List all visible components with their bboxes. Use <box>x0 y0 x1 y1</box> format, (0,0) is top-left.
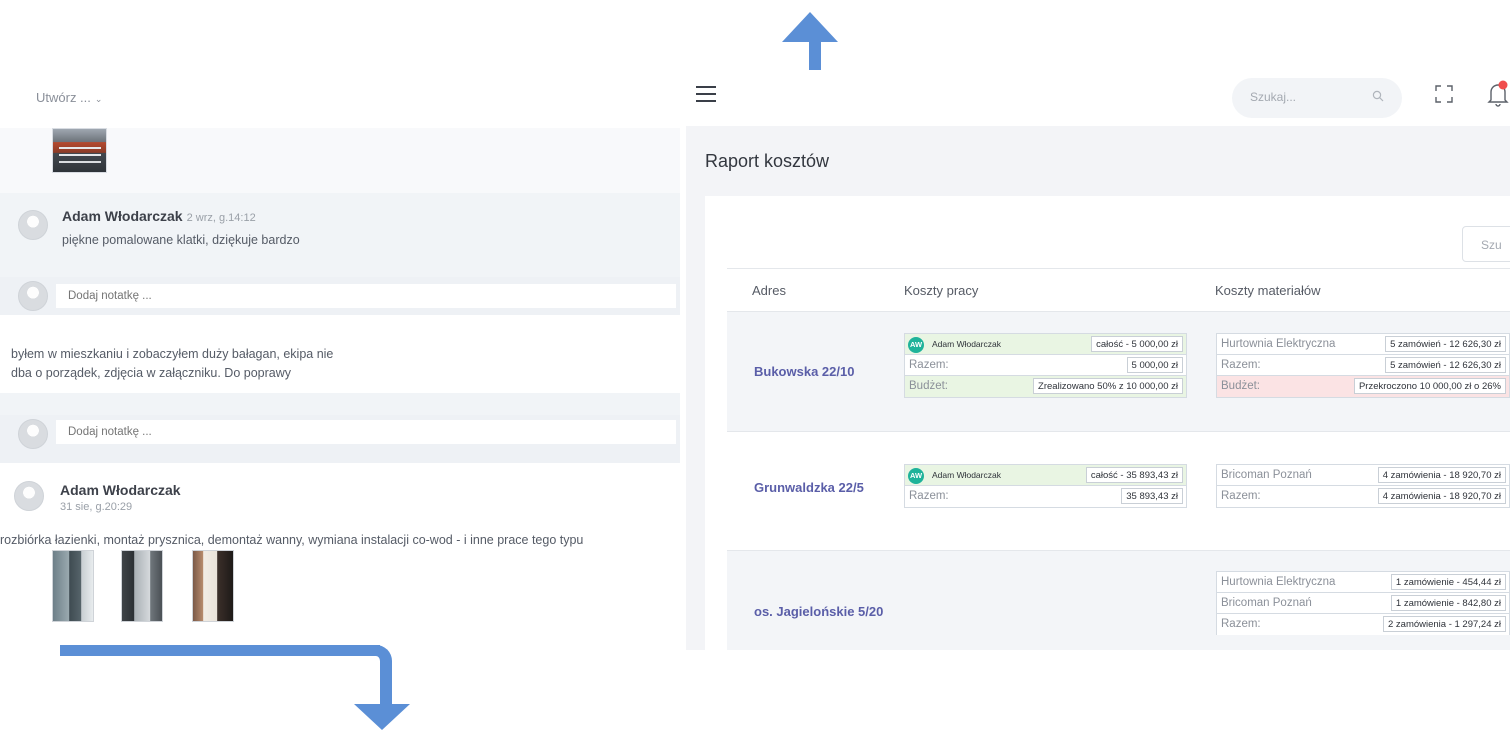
divider <box>727 268 1510 269</box>
total-value: 35 893,43 zł <box>1121 488 1183 504</box>
worker-name: Adam Włodarczak <box>932 339 1001 349</box>
row-address-link[interactable]: Grunwaldzka 22/5 <box>754 480 864 495</box>
table-row: Bukowska 22/10 AW Adam Włodarczak całość… <box>727 312 1510 431</box>
avatar-placeholder-icon <box>18 281 48 311</box>
notes-panel: Utwórz ... ⌄ Adam Włodarczak 2 wrz, g.14:1… <box>0 0 680 729</box>
worker-avatar-badge: AW <box>908 468 924 484</box>
supplier-line: Bricoman Poznań 4 zamówienia - 18 920,70… <box>1217 465 1509 486</box>
column-header-materials[interactable]: Koszty materiałów <box>1215 283 1320 298</box>
author-name: Adam Włodarczak <box>62 208 183 224</box>
chevron-down-icon: ⌄ <box>94 94 103 104</box>
supplier-name: Bricoman Poznań <box>1221 469 1312 481</box>
total-line: Razem: 5 000,00 zł <box>905 355 1186 376</box>
column-header-labor[interactable]: Koszty pracy <box>904 283 978 298</box>
search-placeholder: Szukaj... <box>1250 90 1297 104</box>
fullscreen-icon[interactable] <box>1434 84 1454 104</box>
comment-text-line2: dba o porządek, zdjęcia w załączniku. Do… <box>11 366 292 380</box>
supplier-name: Hurtownia Elektryczna <box>1221 338 1336 350</box>
total-value: 5 zamówień - 12 626,30 zł <box>1385 357 1506 373</box>
comment-author: Adam Włodarczak <box>60 482 181 498</box>
worker-value: całość - 35 893,43 zł <box>1085 467 1183 483</box>
table-search-input[interactable]: Szu <box>1462 226 1510 262</box>
supplier-line: Hurtownia Elektryczna 5 zamówień - 12 62… <box>1217 334 1509 355</box>
supplier-value: 1 zamówienie - 842,80 zł <box>1390 595 1506 611</box>
hallway-photo-thumbnail[interactable] <box>192 550 234 622</box>
add-note-input[interactable] <box>56 284 676 308</box>
cost-report-panel: Szukaj... Raport kosztów Szu Adres Koszt… <box>686 70 1510 650</box>
labor-cost-box: AW Adam Włodarczak całość - 35 893,43 zł… <box>904 464 1187 508</box>
bell-icon[interactable] <box>1486 80 1510 108</box>
total-line: Razem: 2 zamówienia - 1 297,24 zł <box>1217 614 1509 635</box>
building-photo-thumbnail[interactable] <box>52 128 107 173</box>
supplier-value: 1 zamówienie - 454,44 zł <box>1390 574 1506 590</box>
supplier-value: 5 zamówień - 12 626,30 zł <box>1385 336 1506 352</box>
add-note-row <box>0 277 680 315</box>
add-note-input[interactable] <box>56 420 676 444</box>
table-row: os. Jagielońskie 5/20 Hurtownia Elektryc… <box>727 551 1510 650</box>
total-value: 4 zamówienia - 18 920,70 zł <box>1377 488 1506 504</box>
avatar-placeholder-icon <box>18 419 48 449</box>
shower-photo-thumbnail[interactable] <box>121 550 163 622</box>
total-label: Razem: <box>909 490 949 502</box>
worker-name: Adam Włodarczak <box>932 470 1001 480</box>
budget-line: Budżet: Zrealizowano 50% z 10 000,00 zł <box>905 376 1186 397</box>
materials-cost-box: Hurtownia Elektryczna 1 zamówienie - 454… <box>1216 571 1510 635</box>
supplier-name: Hurtownia Elektryczna <box>1221 576 1336 588</box>
budget-value: Przekroczono 10 000,00 zł o 26% <box>1353 378 1506 394</box>
labor-cost-box: AW Adam Włodarczak całość - 5 000,00 zł … <box>904 333 1187 398</box>
worker-avatar-badge: AW <box>908 337 924 353</box>
total-line: Razem: 35 893,43 zł <box>905 486 1186 507</box>
total-label: Razem: <box>1221 359 1261 371</box>
avatar-placeholder-icon <box>18 210 48 240</box>
supplier-value: 4 zamówienia - 18 920,70 zł <box>1377 467 1506 483</box>
add-note-row <box>0 415 680 463</box>
comment-text-line1: byłem w mieszkaniu i zobaczyłem duży bał… <box>11 347 334 361</box>
supplier-name: Bricoman Poznań <box>1221 597 1312 609</box>
worker-line: AW Adam Włodarczak całość - 5 000,00 zł <box>905 334 1186 355</box>
total-value: 2 zamówienia - 1 297,24 zł <box>1382 616 1506 632</box>
hamburger-icon[interactable] <box>696 86 716 102</box>
bathroom-photo-thumbnail[interactable] <box>52 550 94 622</box>
report-card: Szu Adres Koszty pracy Koszty materiałów… <box>705 196 1510 650</box>
total-value: 5 000,00 zł <box>1126 357 1183 373</box>
top-bar: Szukaj... <box>686 70 1510 126</box>
comment-item: Adam Włodarczak 2 wrz, g.14:12 piękne pom… <box>0 193 680 281</box>
comment-text: rozbiórka łazienki, montaż prysznica, de… <box>0 533 584 547</box>
supplier-line: Hurtownia Elektryczna 1 zamówienie - 454… <box>1217 572 1509 593</box>
budget-label: Budżet: <box>1221 380 1260 392</box>
create-menu[interactable]: Utwórz ... ⌄ <box>36 90 102 105</box>
comment-author: Adam Włodarczak 2 wrz, g.14:12 <box>62 208 256 224</box>
avatar-placeholder-icon <box>14 481 44 511</box>
total-line: Razem: 5 zamówień - 12 626,30 zł <box>1217 355 1509 376</box>
page-title: Raport kosztów <box>705 151 830 171</box>
worker-line: AW Adam Włodarczak całość - 35 893,43 zł <box>905 465 1186 486</box>
row-address-link[interactable]: os. Jagielońskie 5/20 <box>754 604 883 619</box>
row-address-link[interactable]: Bukowska 22/10 <box>754 364 854 379</box>
materials-cost-box: Hurtownia Elektryczna 5 zamówień - 12 62… <box>1216 333 1510 398</box>
total-label: Razem: <box>909 359 949 371</box>
table-row: Grunwaldzka 22/5 AW Adam Włodarczak cało… <box>727 432 1510 550</box>
create-menu-label: Utwórz ... <box>36 90 91 105</box>
column-header-address[interactable]: Adres <box>752 283 786 298</box>
total-label: Razem: <box>1221 618 1261 630</box>
total-line: Razem: 4 zamówienia - 18 920,70 zł <box>1217 486 1509 507</box>
budget-line: Budżet: Przekroczono 10 000,00 zł o 26% <box>1217 376 1509 397</box>
budget-label: Budżet: <box>909 380 948 392</box>
comment-timestamp: 2 wrz, g.14:12 <box>186 212 256 224</box>
total-label: Razem: <box>1221 490 1261 502</box>
worker-value: całość - 5 000,00 zł <box>1091 336 1183 352</box>
materials-cost-box: Bricoman Poznań 4 zamówienia - 18 920,70… <box>1216 464 1510 508</box>
budget-value: Zrealizowano 50% z 10 000,00 zł <box>1033 378 1183 394</box>
supplier-line: Bricoman Poznań 1 zamówienie - 842,80 zł <box>1217 593 1509 614</box>
comment-timestamp: 31 sie, g.20:29 <box>60 501 133 513</box>
global-search[interactable]: Szukaj... <box>1232 78 1402 118</box>
search-icon <box>1372 90 1384 102</box>
comment-text: piękne pomalowane klatki, dziękuje bardz… <box>62 233 300 247</box>
